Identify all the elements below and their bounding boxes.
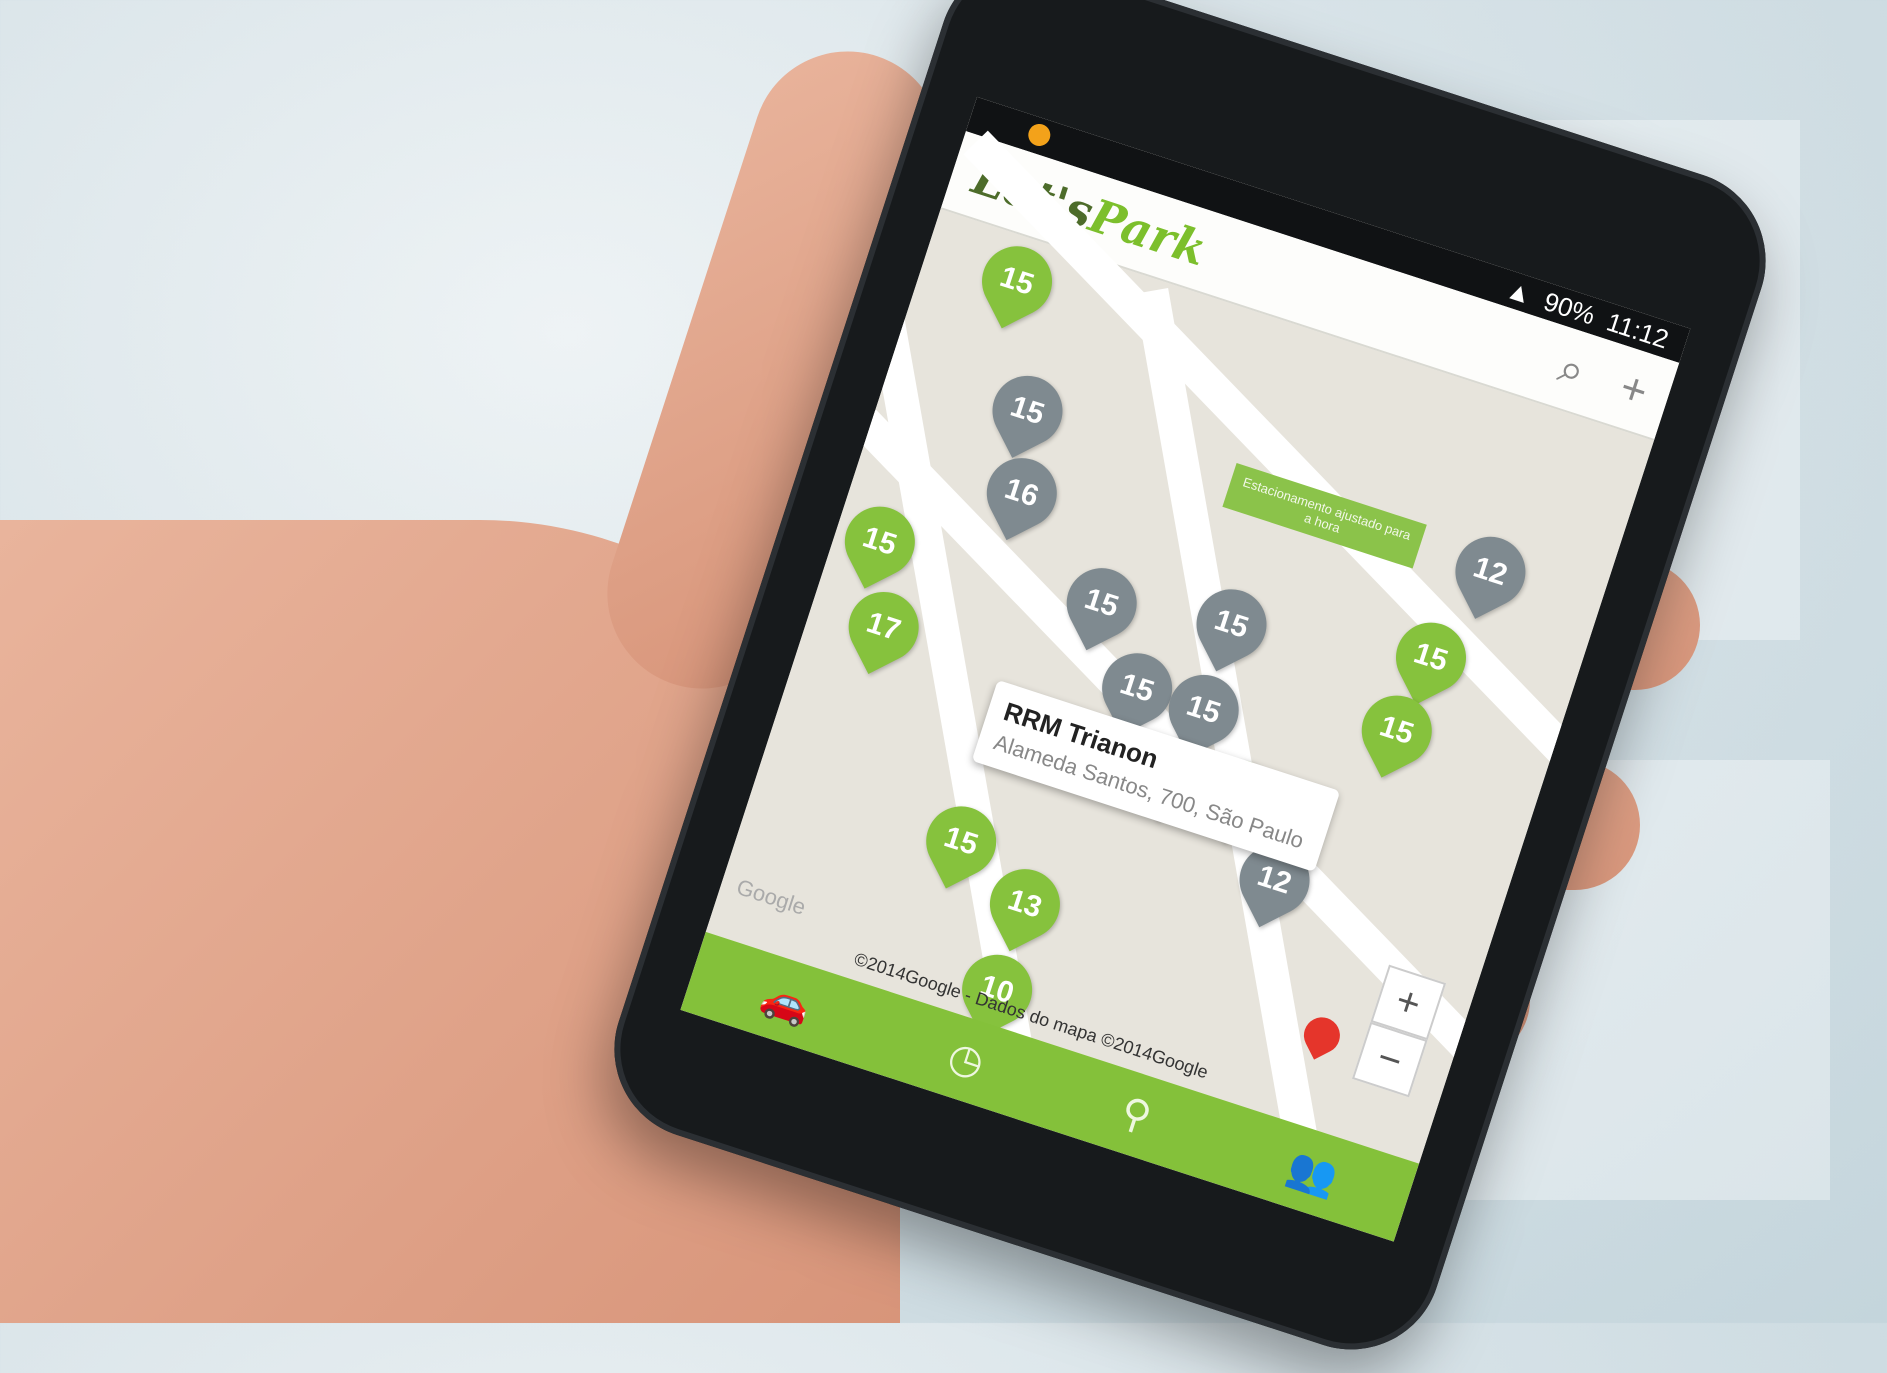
parking-pin[interactable]: 15	[1349, 683, 1444, 778]
parking-pin[interactable]: 12	[1443, 524, 1538, 619]
car-icon[interactable]: 🚗	[755, 971, 817, 1031]
signal-icon: ▲	[1502, 273, 1537, 310]
current-location-marker	[1297, 1011, 1347, 1060]
notification-icon	[1025, 121, 1054, 149]
search-icon[interactable]: ⌕	[1552, 342, 1592, 397]
parking-pin[interactable]: 15	[980, 363, 1075, 458]
parking-pin[interactable]: 15	[969, 234, 1065, 329]
parking-pin[interactable]: 17	[836, 579, 931, 675]
people-icon[interactable]: 👥	[1282, 1142, 1344, 1202]
clock-icon[interactable]: ◷	[942, 1032, 990, 1087]
google-watermark: Google	[733, 874, 809, 920]
location-pin-icon[interactable]: ⚲	[1115, 1088, 1157, 1141]
plus-icon[interactable]: +	[1614, 362, 1654, 417]
